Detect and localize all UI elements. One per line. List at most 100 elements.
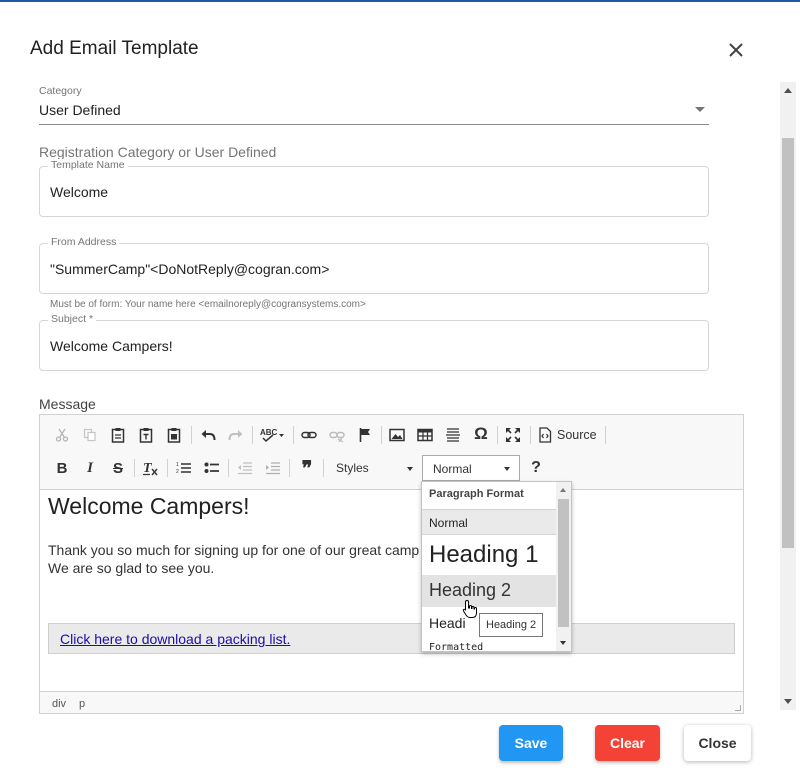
styles-combo[interactable]: Styles [328,457,414,479]
tooltip: Heading 2 [479,613,544,637]
paragraph-format-value: Normal [433,462,472,476]
from-address-label: From Address [48,236,120,248]
subject-value: Welcome Campers! [50,338,173,354]
editor-content[interactable]: Welcome Campers! Thank you so much for s… [40,491,743,691]
path-item-p[interactable]: p [79,698,85,710]
remove-format-icon[interactable]: T [139,457,161,479]
content-paragraph: Thank you so much for signing up for one… [48,541,419,577]
format-option-label: Heading 2 [429,580,512,600]
redo-icon[interactable] [225,424,247,446]
template-name-label: Template Name [48,159,128,171]
paste-word-icon[interactable] [163,424,185,446]
help-icon[interactable]: ? [525,457,547,479]
scrollbar-thumb[interactable] [558,499,569,627]
styles-label: Styles [336,461,369,475]
toolbar-separator [191,426,192,444]
category-select[interactable]: User Defined [39,99,709,125]
source-label: Source [557,428,597,442]
svg-text:1: 1 [176,462,179,468]
toolbar-separator [605,426,606,444]
copy-icon[interactable] [79,424,101,446]
packing-list-link[interactable]: Click here to download a packing list. [60,631,290,647]
scroll-down-arrow-icon[interactable] [560,641,566,645]
toolbar-separator [381,426,382,444]
format-option-label: Formatted [429,642,484,652]
close-button[interactable]: Close [684,725,751,761]
image-icon[interactable] [386,424,408,446]
category-value: User Defined [39,102,121,118]
category-helper-text: Registration Category or User Defined [39,144,277,160]
close-icon[interactable] [724,38,748,62]
dropdown-scrollbar[interactable] [556,482,571,651]
horizontal-line-icon[interactable] [442,424,464,446]
source-icon [539,427,552,443]
undo-icon[interactable] [197,424,219,446]
message-label: Message [39,396,96,412]
format-option-normal[interactable]: Normal [422,509,556,535]
chevron-down-icon [407,467,413,471]
dialog-title: Add Email Template [30,38,199,59]
resize-grip-icon[interactable] [735,705,741,711]
toolbar-separator [289,459,290,477]
content-line-2: We are so glad to see you. [48,560,215,576]
subject-label: Subject * [48,313,97,325]
subject-field[interactable]: Subject * Welcome Campers! [39,313,709,371]
paste-icon[interactable] [107,424,129,446]
format-option-formatted[interactable]: Formatted [422,640,556,652]
toolbar-separator [530,426,531,444]
bulleted-list-icon[interactable] [201,457,223,479]
scroll-down-arrow-icon[interactable] [784,699,792,704]
toolbar-separator [293,426,294,444]
numbered-list-icon[interactable]: 12 [173,457,195,479]
anchor-flag-icon[interactable] [354,424,376,446]
italic-icon[interactable]: I [79,457,101,479]
packing-list-box: Click here to download a packing list. [48,623,735,654]
increase-indent-icon[interactable] [262,457,284,479]
dropdown-header: Paragraph Format [429,488,524,500]
cut-icon[interactable] [51,424,73,446]
from-address-hint: Must be of form: Your name here <emailno… [50,299,366,310]
format-option-heading-2[interactable]: Heading 2 [422,575,556,607]
from-address-value: "SummerCamp"<DoNotReply@cogran.com> [50,261,330,277]
clear-button[interactable]: Clear [595,725,660,761]
hand-pointer-cursor-icon [462,599,477,618]
special-character-omega-icon[interactable]: Ω [470,423,492,445]
format-option-label: Normal [429,516,468,530]
format-option-heading-1[interactable]: Heading 1 [422,537,556,573]
path-item-div[interactable]: div [52,698,66,710]
add-email-template-dialog: Add Email Template Category User Defined… [0,0,800,777]
chevron-down-icon [695,107,705,112]
link-icon[interactable] [298,424,320,446]
template-name-value: Welcome [50,184,109,200]
category-label: Category [39,85,82,97]
svg-text:ABC: ABC [260,428,278,437]
decrease-indent-icon[interactable] [234,457,256,479]
dialog-scrollbar[interactable] [780,82,796,710]
paragraph-format-combo[interactable]: Normal [422,455,520,481]
toolbar-separator [497,426,498,444]
blockquote-icon[interactable]: ❞ [296,457,318,480]
message-editor: ABC Ω Source B I S T 1 2 ❞ Styles Normal… [39,414,744,714]
editor-toolbar: ABC Ω Source B I S T 1 2 ❞ Styles Normal… [40,415,743,490]
paste-text-icon[interactable] [135,424,157,446]
chevron-down-icon [504,467,510,471]
toolbar-separator [323,459,324,477]
content-line-1: Thank you so much for signing up for one… [48,542,420,558]
source-button[interactable]: Source [538,424,600,446]
bold-icon[interactable]: B [51,457,73,479]
scroll-up-arrow-icon[interactable] [784,88,792,93]
template-name-field[interactable]: Template Name Welcome [39,159,709,217]
spellcheck-icon[interactable]: ABC [258,424,288,446]
format-option-label: Heading 1 [429,541,539,568]
strikethrough-icon[interactable]: S [107,457,129,479]
maximize-icon[interactable] [502,424,524,446]
save-button[interactable]: Save [499,725,563,761]
scrollbar-thumb[interactable] [782,138,794,548]
toolbar-separator [228,459,229,477]
scroll-up-arrow-icon[interactable] [560,488,566,492]
svg-text:2: 2 [176,469,179,475]
from-address-field[interactable]: From Address "SummerCamp"<DoNotReply@cog… [39,236,709,294]
element-path-bar: div p [40,691,743,713]
table-icon[interactable] [414,424,436,446]
unlink-icon[interactable] [326,424,348,446]
